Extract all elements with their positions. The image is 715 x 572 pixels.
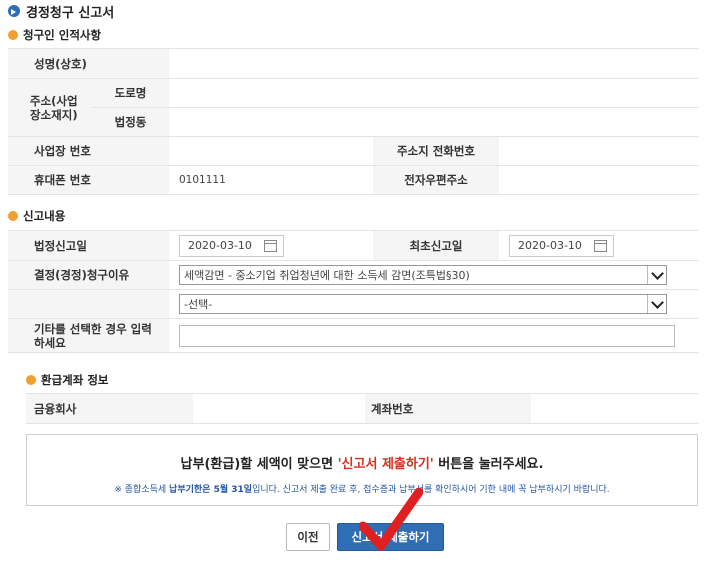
section-refund-heading: 환급계좌 정보 [26,372,108,388]
calendar-icon[interactable] [593,239,607,252]
notice-sub-line: ※ 종합소득세 납부기한은 5월 31일입니다. 신고서 제출 완료 후, 접수… [114,485,610,495]
prev-button[interactable]: 이전 [286,523,330,551]
reason-label: 결정(경정)청구이유 [8,260,169,290]
submit-button[interactable]: 신고서 제출하기 [337,523,444,551]
section-bullet-icon [26,375,36,385]
reason2-select[interactable]: -선택- [179,294,667,314]
page-title-text: 경정청구 신고서 [26,5,115,21]
section-bullet-icon [8,211,18,221]
biz-no-label: 사업장 번호 [8,136,169,166]
biz-no-value [169,136,373,166]
chevron-down-icon[interactable] [647,266,666,284]
refund-table: 금융회사 계좌번호 [26,393,699,424]
notice-main-line: 납부(환급)할 세액이 맞으면 '신고서 제출하기' 버튼을 눌러주세요. [180,457,544,472]
report-table: 법정신고일 2020-03-10 최초신고일 2020-03-10 결정(경정)… [8,230,699,353]
bank-value[interactable] [193,393,365,424]
bank-label: 금융회사 [26,393,193,424]
account-value[interactable] [531,393,699,424]
legal-date-label: 법정신고일 [8,230,169,261]
reason2-label [8,289,169,319]
title-bullet-icon [8,5,20,17]
calendar-icon[interactable] [263,239,277,252]
account-label: 계좌번호 [365,393,531,424]
legal-date-field[interactable]: 2020-03-10 [179,234,284,257]
lot-value [169,107,699,137]
road-label: 도로명 [92,78,169,108]
section-bullet-icon [8,30,18,40]
addr-phone-value [499,136,699,166]
name-value [169,48,699,79]
first-date-label: 최초신고일 [373,230,499,261]
email-label: 전자우편주소 [373,165,499,195]
other-label: 기타를 선택한 경우 입력하세요 [8,318,169,353]
road-value [169,78,699,108]
section-applicant-heading: 청구인 인적사항 [8,27,101,43]
lot-label: 법정동 [92,107,169,137]
chevron-down-icon[interactable] [647,295,666,313]
first-date-field[interactable]: 2020-03-10 [509,234,614,257]
addr-phone-label: 주소지 전화번호 [373,136,499,166]
name-label: 성명(상호) [8,48,169,79]
section-report-heading: 신고내용 [8,208,65,224]
applicant-table: 성명(상호) 주소(사업장소재지) 도로명 법정동 사업장 번호 주소지 전화번… [8,48,699,195]
other-input[interactable] [179,324,675,347]
address-label: 주소(사업장소재지) [8,78,92,137]
email-value [499,165,699,195]
mobile-value: 0101111 [169,165,373,195]
page-title: 경정청구 신고서 [8,2,115,21]
mobile-label: 휴대폰 번호 [8,165,169,195]
reason-select[interactable]: 세액감면 - 중소기업 취업청년에 대한 소득세 감면(조특법§30) [179,265,667,285]
submit-notice: 납부(환급)할 세액이 맞으면 '신고서 제출하기' 버튼을 눌러주세요. ※ … [26,434,698,506]
